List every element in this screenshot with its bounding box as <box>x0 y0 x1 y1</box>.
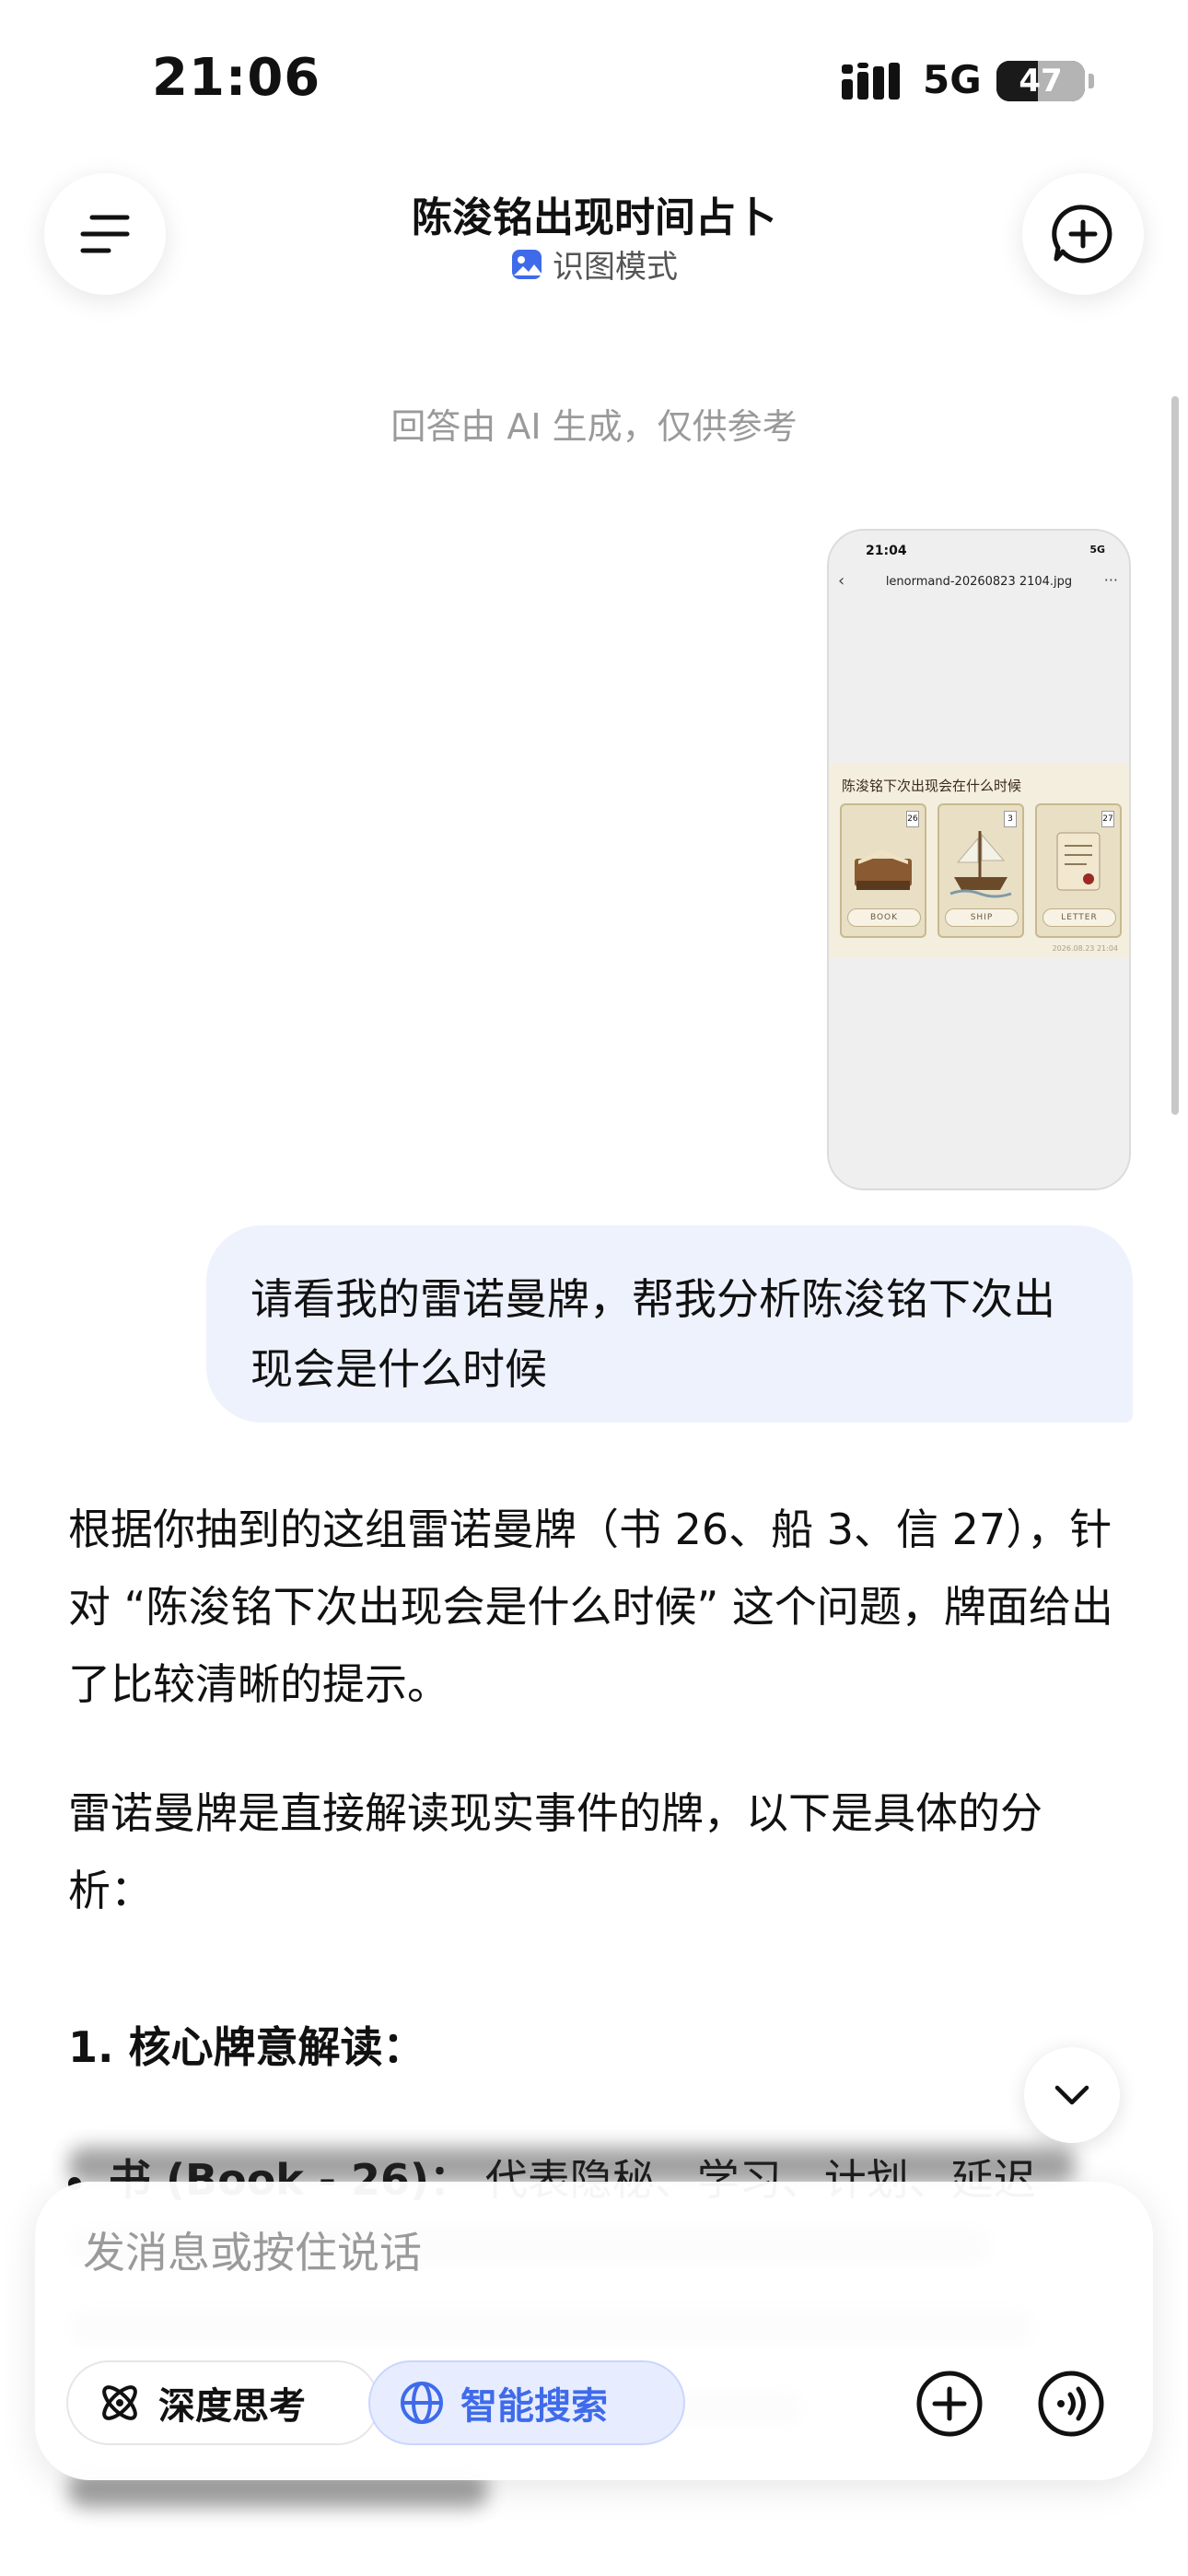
card-name: SHIP <box>945 908 1019 927</box>
signal-icon <box>842 63 900 100</box>
attached-image[interactable]: 21:04 5G ‹ lenormand-20260823 2104.jpg ·… <box>827 529 1131 1190</box>
composer: 深度思考 智能搜索 <box>35 2182 1153 2480</box>
voice-wave-icon <box>1038 2371 1104 2437</box>
thumb-more-icon: ··· <box>1103 571 1118 589</box>
thumb-filename: lenormand-20260823 2104.jpg <box>885 575 1073 589</box>
deep-think-button[interactable]: 深度思考 <box>66 2360 379 2445</box>
plus-circle-icon <box>916 2371 983 2437</box>
new-chat-button[interactable] <box>1022 173 1144 295</box>
image-mode-indicator[interactable]: 识图模式 <box>0 241 1188 287</box>
deep-think-label: 深度思考 <box>158 2385 306 2428</box>
card-letter: 27 LETTER <box>1035 803 1122 938</box>
battery-icon: 47 <box>996 61 1085 101</box>
smart-search-button[interactable]: 智能搜索 <box>368 2360 685 2445</box>
ship-icon <box>949 831 1012 898</box>
status-time: 21:06 <box>152 48 321 108</box>
thumb-question: 陈浚铭下次出现会在什么时候 <box>842 778 1022 794</box>
card-name: BOOK <box>847 908 921 927</box>
reply-paragraph: 雷诺曼牌是直接解读现实事件的牌，以下是具体的分析： <box>68 1788 1042 1915</box>
card-ship: 3 SHIP <box>938 803 1024 938</box>
thumb-status: 5G <box>1089 544 1105 556</box>
globe-icon <box>401 2382 443 2424</box>
scroll-to-bottom-button[interactable] <box>1024 2047 1120 2143</box>
user-message-bubble[interactable]: 请看我的雷诺曼牌，帮我分析陈浚铭下次出现会是什么时候 <box>206 1225 1133 1423</box>
add-attachment-button[interactable] <box>912 2366 987 2441</box>
image-mode-icon <box>512 249 542 279</box>
thumb-time: 21:04 <box>866 544 907 558</box>
status-bar: 21:06 5G 47 <box>0 0 1188 147</box>
mode-label: 识图模式 <box>553 249 678 286</box>
voice-call-button[interactable] <box>1033 2366 1109 2441</box>
message-input[interactable] <box>83 2220 912 2285</box>
card-book: 26 BOOK <box>840 803 926 938</box>
card-name: LETTER <box>1042 908 1116 927</box>
battery-cap <box>1089 74 1094 88</box>
chevron-down-icon <box>1054 2085 1089 2105</box>
letter-icon <box>1056 832 1101 891</box>
network-label: 5G <box>923 57 982 102</box>
book-icon <box>855 849 912 890</box>
ai-disclaimer: 回答由 AI 生成，仅供参考 <box>390 406 798 447</box>
reply-paragraph: 根据你抽到的这组雷诺曼牌（书 26、船 3、信 27），针对 “陈浚铭下次出现会… <box>68 1505 1113 1709</box>
reply-heading: 1. 核心牌意解读： <box>68 2022 425 2072</box>
thumb-watermark: 2026.08.23 21:04 <box>1052 944 1118 953</box>
battery-level: 47 <box>1019 63 1063 100</box>
page-title: 陈浚铭出现时间占卜 <box>412 194 776 241</box>
new-chat-icon <box>1052 205 1112 263</box>
smart-search-label: 智能搜索 <box>460 2385 608 2428</box>
thumb-card-spread: 陈浚铭下次出现会在什么时候 26 BOOK 3 SHIP 27 LETTER 2… <box>829 763 1129 958</box>
atom-icon <box>102 2385 137 2420</box>
scrollbar[interactable] <box>1171 396 1179 1115</box>
